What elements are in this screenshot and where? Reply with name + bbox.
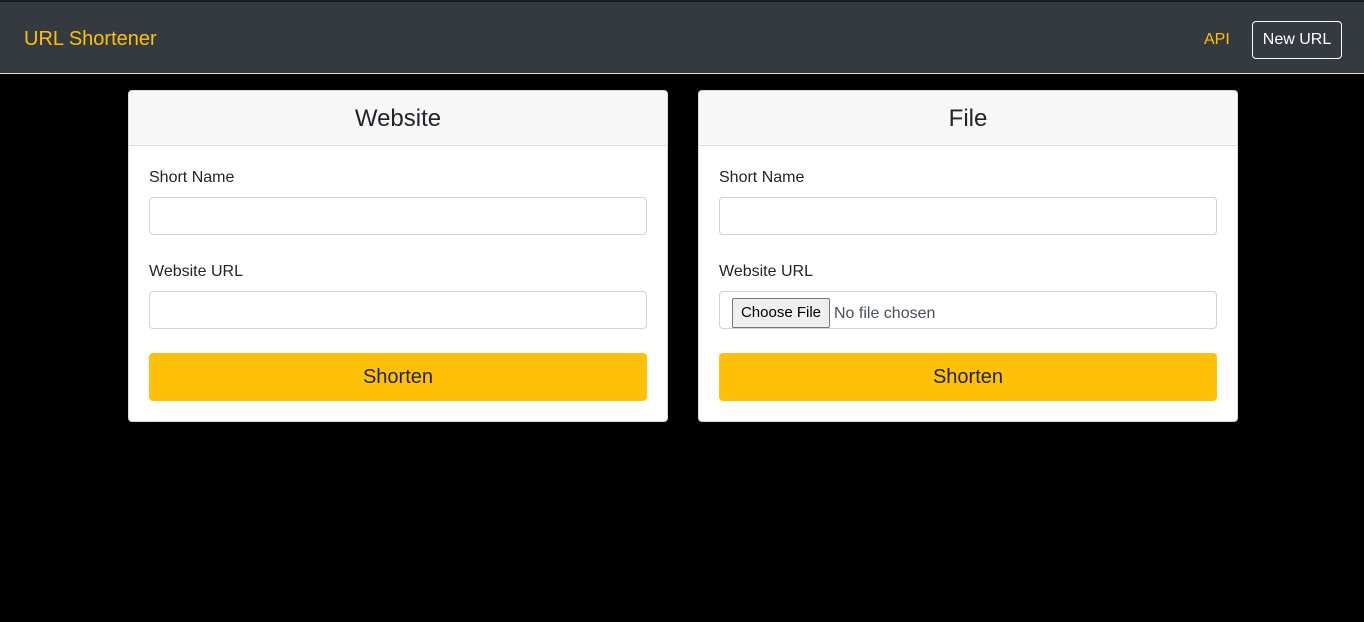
file-status-text: No file chosen — [834, 305, 936, 322]
top-navbar: URL Shortener API New URL — [0, 0, 1364, 74]
website-short-name-input[interactable] — [149, 197, 647, 235]
website-card-title: Website — [129, 91, 667, 146]
file-short-name-label: Short Name — [719, 169, 805, 186]
website-url-label: Website URL — [149, 263, 243, 280]
file-input[interactable]: Choose File No file chosen — [719, 291, 1217, 329]
website-card: Website Short Name Website URL Shorten — [128, 90, 668, 422]
website-short-name-label: Short Name — [149, 169, 235, 186]
file-url-label: Website URL — [719, 263, 813, 280]
file-shorten-button[interactable]: Shorten — [719, 353, 1217, 401]
brand-link[interactable]: URL Shortener — [24, 26, 157, 52]
file-short-name-input[interactable] — [719, 197, 1217, 235]
file-card: File Short Name Website URL Choose File … — [698, 90, 1238, 422]
website-shorten-button[interactable]: Shorten — [149, 353, 647, 401]
new-url-button[interactable]: New URL — [1252, 21, 1342, 59]
website-url-input[interactable] — [149, 291, 647, 329]
file-card-title: File — [699, 91, 1237, 146]
api-link[interactable]: API — [1204, 29, 1230, 51]
choose-file-button[interactable]: Choose File — [732, 298, 830, 328]
